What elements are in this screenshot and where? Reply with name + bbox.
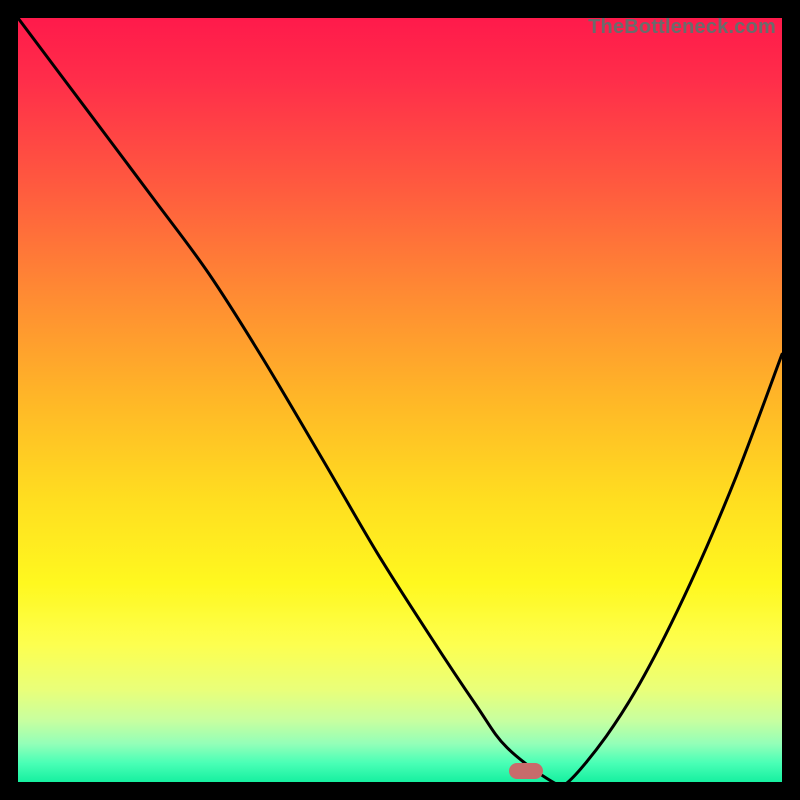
chart-frame: TheBottleneck.com (0, 0, 800, 800)
optimal-marker (509, 763, 543, 779)
bottleneck-curve (18, 18, 782, 782)
chart-plot-area: TheBottleneck.com (18, 18, 782, 782)
